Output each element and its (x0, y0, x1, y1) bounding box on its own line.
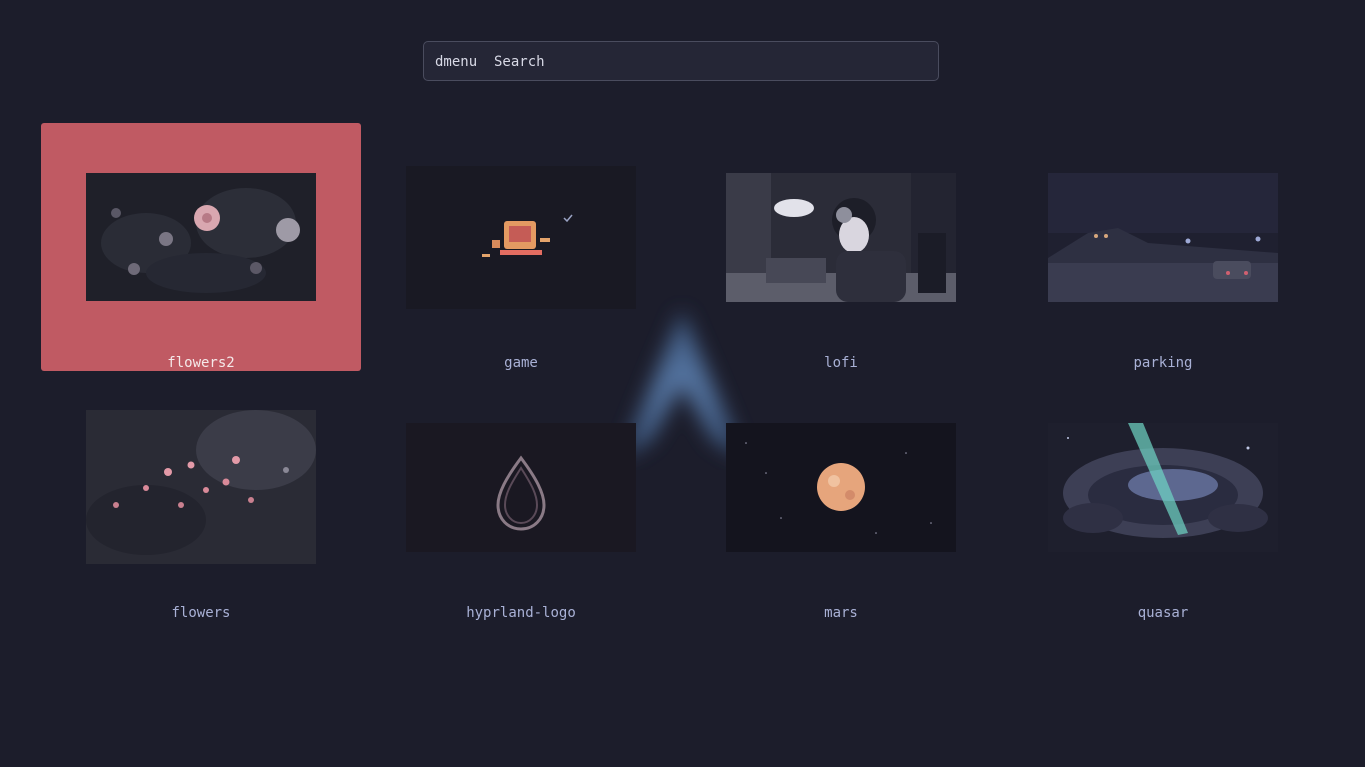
wallpaper-thumbnail (1048, 173, 1278, 302)
wallpaper-tile-flowers[interactable]: flowers (41, 373, 361, 621)
wallpaper-thumbnail (406, 423, 636, 552)
wallpaper-label: hyprland-logo (466, 605, 576, 621)
wallpaper-thumbnail (726, 423, 956, 552)
wallpaper-label: quasar (1137, 605, 1189, 621)
search-input[interactable]: dmenu Search (423, 41, 939, 81)
wallpaper-thumbnail (406, 166, 636, 309)
wallpaper-tile-game[interactable]: game (361, 123, 681, 371)
wallpaper-label: parking (1133, 355, 1193, 371)
wallpaper-thumbnail (726, 173, 956, 302)
wallpaper-tile-parking[interactable]: parking (1003, 123, 1323, 371)
wallpaper-tile-mars[interactable]: mars (681, 373, 1001, 621)
wallpaper-tile-hyprland-logo[interactable]: hyprland-logo (361, 373, 681, 621)
wallpaper-thumbnail (86, 410, 316, 564)
wallpaper-tile-flowers2[interactable]: flowers2 (41, 123, 361, 371)
wallpaper-thumbnail (1048, 423, 1278, 552)
wallpaper-tile-lofi[interactable]: lofi (681, 123, 1001, 371)
wallpaper-tile-quasar[interactable]: quasar (1003, 373, 1323, 621)
wallpaper-label: flowers (171, 605, 231, 621)
wallpaper-label: flowers2 (167, 355, 235, 371)
wallpaper-label: lofi (824, 355, 858, 371)
wallpaper-label: game (504, 355, 538, 371)
wallpaper-label: mars (824, 605, 858, 621)
wallpaper-thumbnail (86, 173, 316, 301)
